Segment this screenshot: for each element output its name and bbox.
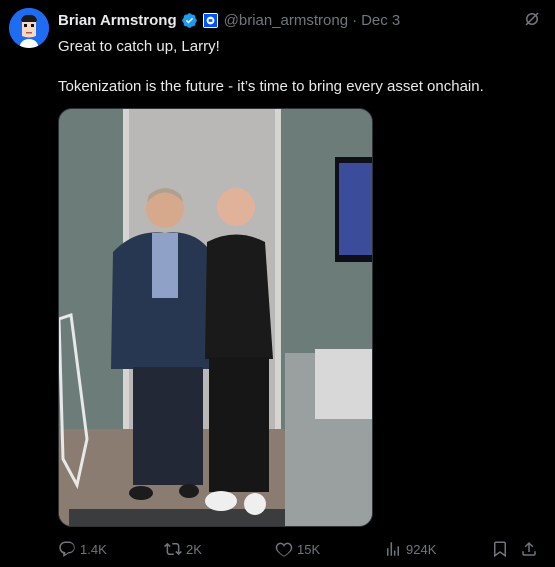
post-line-2: Tokenization is the future - it’s time t…: [58, 78, 484, 95]
like-count: 15K: [297, 541, 321, 557]
post-header: Brian Armstrong @brian_armstrong · Dec 3: [58, 10, 543, 30]
repost-count: 2K: [186, 541, 202, 557]
bookmark-icon: [494, 541, 506, 558]
reply-icon: [59, 541, 75, 557]
share-button[interactable]: [520, 539, 538, 559]
views-icon: [387, 542, 399, 556]
reply-button[interactable]: 1.4K: [58, 539, 107, 559]
verified-badge-icon[interactable]: [181, 12, 198, 29]
separator-dot: ·: [352, 11, 358, 29]
avatar-image: [9, 8, 49, 48]
views-count: 924K: [406, 541, 437, 557]
photo-image: [59, 109, 372, 526]
like-button[interactable]: 15K: [275, 539, 320, 559]
like-icon: [275, 542, 293, 557]
post: Brian Armstrong @brian_armstrong · Dec 3…: [0, 0, 555, 567]
views-button[interactable]: 924K: [384, 539, 436, 559]
affiliate-badge-icon[interactable]: [202, 12, 218, 28]
reply-count: 1.4K: [80, 541, 107, 557]
repost-button[interactable]: 2K: [164, 539, 202, 559]
post-photo[interactable]: [58, 108, 373, 527]
grok-icon[interactable]: [523, 10, 541, 28]
post-text: Great to catch up, Larry! Tokenization i…: [58, 37, 538, 97]
action-bar: 1.4K 2K 15K 924K: [58, 539, 542, 559]
repost-icon: [164, 542, 182, 556]
avatar[interactable]: [9, 8, 49, 48]
bookmark-button[interactable]: [491, 539, 509, 559]
share-icon: [522, 541, 536, 556]
post-date[interactable]: Dec 3: [361, 12, 400, 29]
author-handle[interactable]: @brian_armstrong: [224, 12, 348, 29]
post-line-1: Great to catch up, Larry!: [58, 38, 220, 55]
author-name[interactable]: Brian Armstrong: [58, 12, 177, 29]
